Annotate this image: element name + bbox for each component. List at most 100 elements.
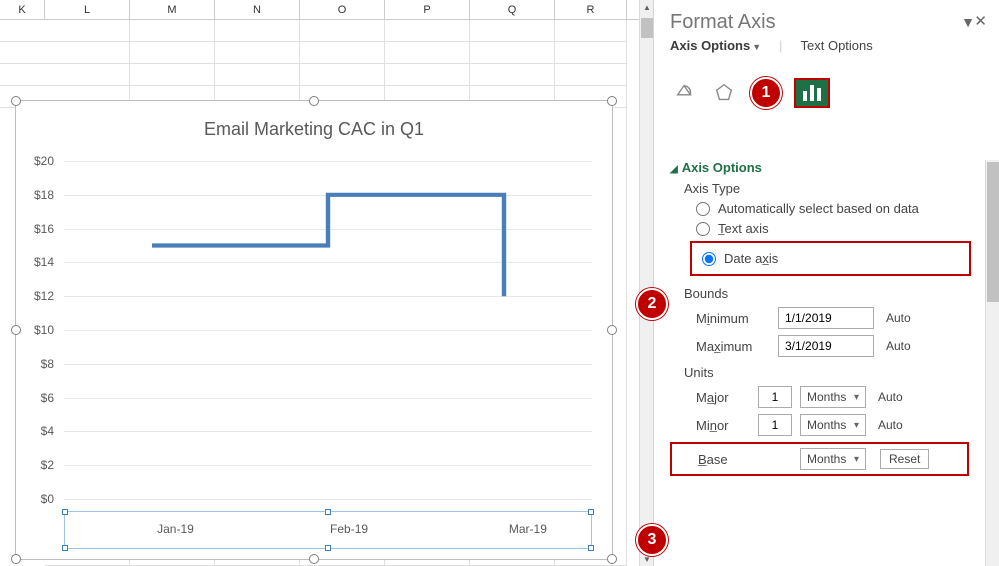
col-header[interactable]: M bbox=[130, 0, 215, 19]
pane-scrollbar[interactable] bbox=[985, 160, 999, 566]
col-header[interactable]: Q bbox=[470, 0, 555, 19]
y-tick: $16 bbox=[34, 222, 54, 236]
x-tick: Mar-19 bbox=[509, 522, 547, 536]
chart-title[interactable]: Email Marketing CAC in Q1 bbox=[16, 119, 612, 140]
y-axis[interactable]: $0 $2 $4 $6 $8 $10 $12 $14 $16 $18 $20 bbox=[16, 161, 60, 499]
annotation-frame-2: Date axis bbox=[690, 241, 971, 276]
minor-label: Minor bbox=[696, 418, 750, 433]
radio-auto-axis[interactable]: Automatically select based on data bbox=[696, 201, 969, 216]
plot-area[interactable] bbox=[64, 161, 592, 499]
units-label: Units bbox=[684, 365, 969, 380]
axis-handle[interactable] bbox=[588, 545, 594, 551]
bounds-max-auto[interactable]: Auto bbox=[886, 339, 911, 353]
x-tick: Jan-19 bbox=[157, 522, 194, 536]
scroll-thumb[interactable] bbox=[641, 18, 653, 38]
bounds-min-input[interactable] bbox=[778, 307, 874, 329]
embedded-chart[interactable]: Email Marketing CAC in Q1 $0 $2 $4 $6 $8… bbox=[15, 100, 613, 560]
radio-date-axis[interactable]: Date axis bbox=[702, 251, 965, 266]
y-tick: $8 bbox=[41, 357, 54, 371]
radio-text-axis[interactable]: Text axis bbox=[696, 221, 969, 236]
radio-input[interactable] bbox=[702, 252, 716, 266]
col-header[interactable]: O bbox=[300, 0, 385, 19]
axis-handle[interactable] bbox=[62, 545, 68, 551]
y-tick: $4 bbox=[41, 424, 54, 438]
y-tick: $18 bbox=[34, 188, 54, 202]
units-major-value[interactable] bbox=[758, 386, 792, 408]
radio-label: Text axis bbox=[718, 221, 769, 236]
close-icon[interactable]: ✕ bbox=[974, 12, 987, 30]
col-header[interactable]: N bbox=[215, 0, 300, 19]
resize-handle[interactable] bbox=[607, 554, 617, 564]
bounds-max-row: Maximum Auto bbox=[696, 335, 969, 357]
scroll-thumb[interactable] bbox=[987, 162, 999, 302]
y-tick: $20 bbox=[34, 154, 54, 168]
resize-handle[interactable] bbox=[309, 96, 319, 106]
units-minor-row: Minor Months Auto bbox=[696, 414, 969, 436]
y-tick: $2 bbox=[41, 458, 54, 472]
tab-label: Axis Options bbox=[670, 38, 750, 53]
bounds-label: Bounds bbox=[684, 286, 969, 301]
annotation-badge-2: 2 bbox=[636, 288, 668, 320]
scroll-up-icon[interactable]: ▲ bbox=[640, 0, 654, 14]
bounds-min-row: Minimum Auto bbox=[696, 307, 969, 329]
radio-input[interactable] bbox=[696, 222, 710, 236]
bounds-max-input[interactable] bbox=[778, 335, 874, 357]
units-base-unit[interactable]: Months bbox=[800, 448, 866, 470]
effects-icon[interactable] bbox=[710, 81, 738, 105]
y-tick: $0 bbox=[41, 492, 54, 506]
col-header[interactable]: R bbox=[555, 0, 627, 19]
y-tick: $12 bbox=[34, 289, 54, 303]
annotation-frame-3: Base Months Reset bbox=[670, 442, 969, 476]
axis-handle[interactable] bbox=[325, 509, 331, 515]
units-minor-unit[interactable]: Months bbox=[800, 414, 866, 436]
bounds-min-auto[interactable]: Auto bbox=[886, 311, 911, 325]
column-headers: K L M N O P Q R bbox=[0, 0, 653, 20]
resize-handle[interactable] bbox=[607, 325, 617, 335]
pane-title: Format Axis bbox=[670, 11, 953, 34]
section-label: Axis Options bbox=[682, 160, 762, 175]
pane-body: ◢Axis Options Axis Type Automatically se… bbox=[654, 160, 985, 566]
worksheet-area: K L M N O P Q R ▲ ▼ Email Mark bbox=[0, 0, 654, 566]
radio-label: Date axis bbox=[724, 251, 778, 266]
y-tick: $10 bbox=[34, 323, 54, 337]
annotation-badge-1: 1 bbox=[750, 77, 782, 109]
axis-type-label: Axis Type bbox=[684, 181, 969, 196]
worksheet-scrollbar[interactable]: ▲ ▼ bbox=[639, 0, 653, 566]
axis-options-icon[interactable] bbox=[794, 78, 830, 108]
format-axis-pane: Format Axis ▼ ✕ Axis Options▼ | Text Opt… bbox=[654, 0, 999, 566]
min-label: Minimum bbox=[696, 311, 770, 326]
axis-handle[interactable] bbox=[62, 509, 68, 515]
tab-axis-options[interactable]: Axis Options▼ bbox=[670, 38, 761, 53]
units-minor-auto[interactable]: Auto bbox=[878, 418, 903, 432]
major-label: Major bbox=[696, 390, 750, 405]
units-base-reset[interactable]: Reset bbox=[880, 449, 929, 469]
units-major-unit[interactable]: Months bbox=[800, 386, 866, 408]
resize-handle[interactable] bbox=[309, 554, 319, 564]
col-header[interactable]: K bbox=[0, 0, 45, 19]
series-line[interactable] bbox=[64, 161, 592, 499]
units-major-row: Major Months Auto bbox=[696, 386, 969, 408]
pane-icon-tabs: 1 bbox=[654, 57, 999, 123]
fill-line-icon[interactable] bbox=[670, 81, 698, 105]
max-label: Maximum bbox=[696, 339, 770, 354]
section-axis-options[interactable]: ◢Axis Options bbox=[670, 160, 969, 175]
resize-handle[interactable] bbox=[11, 96, 21, 106]
radio-label: Automatically select based on data bbox=[718, 201, 919, 216]
axis-handle[interactable] bbox=[588, 509, 594, 515]
col-header[interactable]: P bbox=[385, 0, 470, 19]
annotation-badge-3: 3 bbox=[636, 524, 668, 556]
col-header[interactable]: L bbox=[45, 0, 130, 19]
resize-handle[interactable] bbox=[11, 554, 21, 564]
x-axis-selected[interactable]: Jan-19 Feb-19 Mar-19 bbox=[64, 511, 592, 549]
y-tick: $14 bbox=[34, 255, 54, 269]
base-label: Base bbox=[698, 452, 752, 467]
chevron-down-icon: ▼ bbox=[752, 42, 761, 52]
pane-tabs: Axis Options▼ | Text Options bbox=[654, 38, 999, 57]
radio-input[interactable] bbox=[696, 202, 710, 216]
tab-text-options[interactable]: Text Options bbox=[801, 38, 873, 53]
units-minor-value[interactable] bbox=[758, 414, 792, 436]
x-tick: Feb-19 bbox=[330, 522, 368, 536]
axis-handle[interactable] bbox=[325, 545, 331, 551]
resize-handle[interactable] bbox=[607, 96, 617, 106]
units-major-auto[interactable]: Auto bbox=[878, 390, 903, 404]
